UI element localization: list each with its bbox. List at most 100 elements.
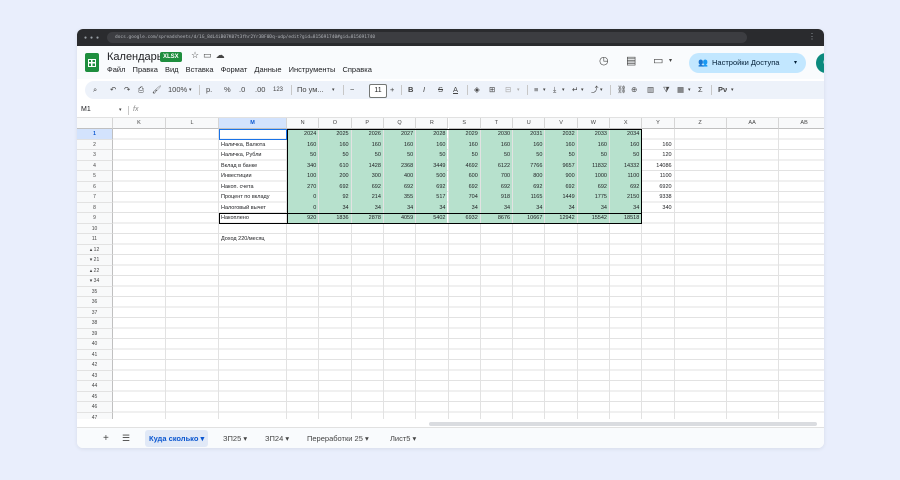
valign-dropdown-icon[interactable]: ▾ — [562, 81, 565, 99]
value-cell[interactable]: 50 — [383, 150, 416, 161]
year-cell[interactable]: 2025 — [319, 129, 351, 140]
value-cell[interactable]: 50 — [448, 150, 480, 161]
value-cell[interactable]: 14332 — [610, 160, 642, 171]
value-cell[interactable]: 11832 — [577, 160, 609, 171]
font-select[interactable]: По ум... — [297, 81, 324, 99]
meet-dropdown-icon[interactable]: ▾ — [669, 57, 672, 64]
menu-tools[interactable]: Инструменты — [289, 65, 336, 74]
menu-view[interactable]: Вид — [165, 65, 179, 74]
value-cell[interactable]: 50 — [577, 150, 609, 161]
share-dropdown-icon[interactable]: ▾ — [794, 53, 797, 73]
cloud-status-icon[interactable]: ☁ — [216, 50, 229, 60]
menu-insert[interactable]: Вставка — [186, 65, 214, 74]
value-cell[interactable]: 50 — [513, 150, 545, 161]
column-header-t[interactable]: T — [480, 118, 514, 129]
row-header-1[interactable]: 1 — [77, 129, 113, 140]
zoom-select[interactable]: 100% — [168, 81, 187, 99]
row-header-2[interactable]: 2 — [77, 139, 113, 150]
value-cell[interactable]: 500 — [416, 171, 448, 182]
row-header-4[interactable]: 4 — [77, 160, 113, 171]
comments-icon[interactable]: ▤ — [626, 54, 636, 67]
value-cell[interactable]: 50 — [480, 150, 513, 161]
value-cell[interactable]: 34 — [448, 202, 480, 213]
column-header-r[interactable]: R — [416, 118, 449, 129]
name-box-dropdown-icon[interactable]: ▾ — [119, 103, 122, 117]
row-label[interactable]: Накоплено — [219, 213, 287, 224]
value-cell[interactable]: 34 — [319, 202, 351, 213]
name-box[interactable]: M1 — [81, 103, 91, 117]
value-cell[interactable]: 2368 — [383, 160, 416, 171]
wrap-dropdown-icon[interactable]: ▾ — [581, 81, 584, 99]
text-wrap-icon[interactable]: ↵ — [572, 81, 578, 99]
borders-icon[interactable]: ⊞ — [489, 81, 495, 99]
horizontal-align-icon[interactable]: ≡ — [534, 81, 538, 99]
row-header-44[interactable]: 44 — [77, 381, 113, 392]
value-cell[interactable]: 200 — [319, 171, 351, 182]
row-label[interactable]: Инвестиции — [219, 171, 287, 182]
row-header-11[interactable]: 11 — [77, 234, 113, 245]
increase-font-size-icon[interactable]: + — [390, 81, 394, 99]
italic-button[interactable]: I — [423, 81, 425, 99]
row-header-43[interactable]: 43 — [77, 370, 113, 381]
total-cell[interactable]: 120 — [642, 150, 673, 161]
increase-decimal-button[interactable]: .00 — [255, 81, 265, 99]
year-cell[interactable]: 2028 — [416, 129, 448, 140]
value-cell[interactable]: 340 — [287, 160, 319, 171]
column-header-o[interactable]: O — [319, 118, 352, 129]
value-cell[interactable]: 400 — [383, 171, 416, 182]
column-header-k[interactable]: K — [113, 118, 166, 129]
value-cell[interactable]: 160 — [416, 139, 448, 150]
vertical-align-icon[interactable]: ⤓ — [553, 81, 556, 99]
row-label[interactable]: Вклад в банке — [219, 161, 287, 172]
value-cell[interactable]: 1428 — [351, 160, 383, 171]
percent-format-button[interactable]: % — [224, 81, 231, 99]
value-cell[interactable]: 50 — [610, 150, 642, 161]
value-cell[interactable]: 34 — [480, 202, 513, 213]
column-header-x[interactable]: X — [610, 118, 643, 129]
sheet-tab[interactable]: Лист5 ▾ — [386, 430, 420, 447]
value-cell[interactable]: 1165 — [513, 192, 545, 203]
value-cell[interactable]: 692 — [610, 181, 642, 192]
value-cell[interactable]: 600 — [448, 171, 480, 182]
value-cell[interactable]: 0 — [287, 192, 319, 203]
row-header-36[interactable]: 36 — [77, 297, 113, 308]
value-cell[interactable]: 692 — [577, 181, 609, 192]
value-cell[interactable]: 692 — [416, 181, 448, 192]
fill-color-icon[interactable]: ◈ — [474, 81, 480, 99]
history-icon[interactable]: ◷ — [599, 54, 609, 67]
decrease-decimal-button[interactable]: .0 — [239, 81, 245, 99]
year-cell[interactable]: 2026 — [351, 129, 383, 140]
search-menus-icon[interactable]: ⌕ — [93, 81, 97, 99]
avatar[interactable]: С — [816, 53, 824, 73]
value-cell[interactable]: 4059 — [383, 213, 416, 224]
row-header-42[interactable]: 42 — [77, 360, 113, 371]
merge-cells-icon[interactable]: ⊟ — [505, 81, 511, 99]
share-button[interactable]: 👥 Настройки Доступа ▾ — [689, 53, 806, 73]
strikethrough-button[interactable]: S — [438, 81, 443, 99]
year-cell[interactable]: 2033 — [577, 129, 609, 140]
value-cell[interactable]: 692 — [480, 181, 513, 192]
year-cell[interactable]: 2032 — [545, 129, 577, 140]
move-folder-icon[interactable]: ▭ — [203, 50, 216, 60]
row-header-40[interactable]: 40 — [77, 339, 113, 350]
year-cell[interactable]: 2034 — [610, 129, 642, 140]
value-cell[interactable]: 8676 — [480, 213, 513, 224]
total-cell[interactable]: 14086 — [642, 161, 673, 172]
decrease-font-size-icon[interactable]: − — [350, 81, 354, 99]
filter-views-icon[interactable]: ▦ — [677, 81, 684, 99]
spreadsheet-grid[interactable]: K L M N O P Q R S T U V W X Y Z AA AB 1 2 3 4 5 6 7 8 9 10 11 ▴ 12 ▾ 2… — [77, 118, 824, 419]
row-header-46[interactable]: 46 — [77, 402, 113, 413]
total-cell[interactable]: 9338 — [642, 192, 673, 203]
row-header-47[interactable]: 47 — [77, 412, 113, 419]
value-cell[interactable]: 6932 — [448, 213, 480, 224]
value-cell[interactable]: 34 — [416, 202, 448, 213]
row-header-41[interactable]: 41 — [77, 349, 113, 360]
value-cell[interactable]: 160 — [480, 139, 513, 150]
value-cell[interactable]: 15542 — [577, 213, 609, 224]
value-cell[interactable]: 7766 — [513, 160, 545, 171]
menu-format[interactable]: Формат — [221, 65, 248, 74]
row-header-9[interactable]: 9 — [77, 213, 113, 224]
horizontal-scrollbar[interactable] — [429, 422, 817, 426]
row-header-12[interactable]: ▴ 12 — [77, 244, 113, 255]
value-cell[interactable]: 160 — [287, 139, 319, 150]
